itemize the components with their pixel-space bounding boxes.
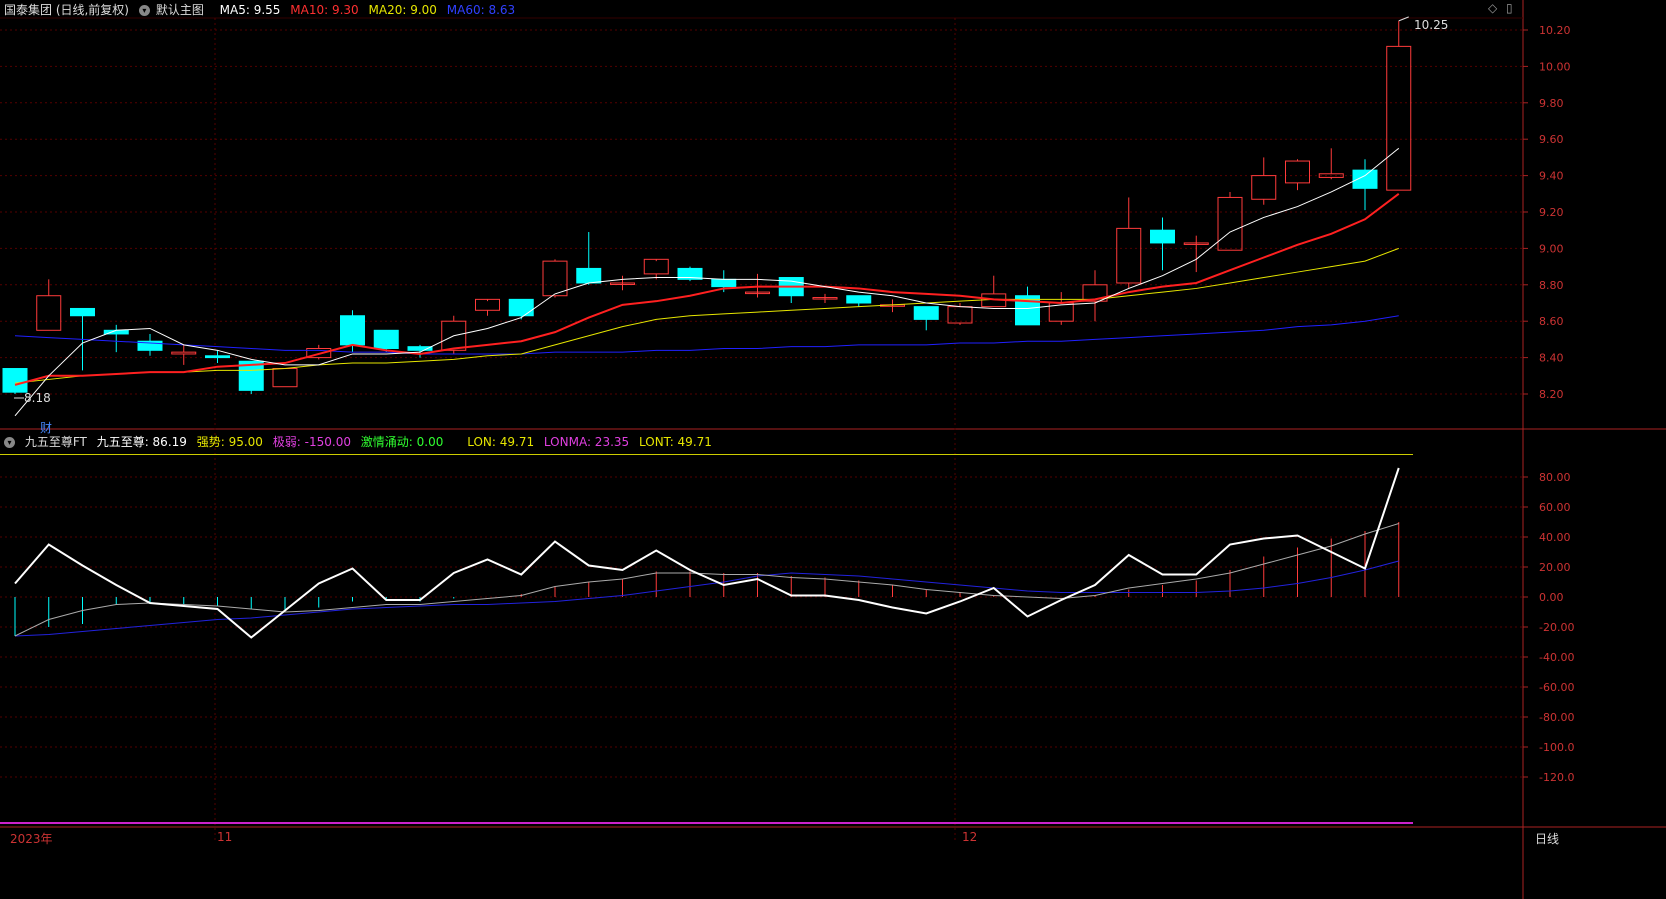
candle-up <box>1116 227 1142 284</box>
candle-down <box>70 307 95 317</box>
indicator-menu-icon[interactable]: ▾ <box>4 437 15 448</box>
min-price-label: 8.18 <box>24 391 51 405</box>
price-header: 国泰集团 (日线,前复权) ▾ 默认主图 MA5: 9.55 MA10: 9.30… <box>4 1 521 18</box>
candle-up <box>272 368 298 388</box>
main-indicator-line <box>14 467 1400 639</box>
candle-down <box>913 306 939 320</box>
candle-down <box>340 315 365 346</box>
candle-up <box>542 260 568 297</box>
candle-down <box>373 329 399 349</box>
indicator-tick-label: -80.00 <box>1539 711 1574 724</box>
ma20-value: MA20: 9.00 <box>368 3 437 17</box>
candle-up <box>1251 175 1277 200</box>
price-pane <box>2 16 1412 417</box>
indicator-tick-label: -40.00 <box>1539 651 1574 664</box>
ma5-value: MA5: 9.55 <box>219 3 281 17</box>
candle-down <box>846 295 872 304</box>
candle-up <box>1386 45 1412 191</box>
price-tick-label: 9.00 <box>1539 242 1564 255</box>
price-tick-label: 10.00 <box>1539 60 1571 73</box>
price-tick-label: 8.40 <box>1539 352 1564 365</box>
indicator-lon-value: LON: 49.71 <box>467 435 535 449</box>
indicator-lont-value: LONT: 49.71 <box>639 435 712 449</box>
price-tick-label: 8.60 <box>1539 315 1564 328</box>
indicator-main-value: 九五至尊: 86.19 <box>96 435 187 449</box>
chevron-down-icon: ▾ <box>138 5 150 16</box>
indicator-lonma-value: LONMA: 23.35 <box>543 435 630 449</box>
candle-up <box>1285 160 1310 184</box>
indicator-tick-label: 80.00 <box>1539 471 1571 484</box>
ma5-line <box>14 147 1400 417</box>
candle-down <box>205 355 230 359</box>
ma10-value: MA10: 9.30 <box>290 3 359 17</box>
candle-up <box>643 258 669 275</box>
lont-line <box>14 560 1399 637</box>
template-name: 默认主图 <box>155 3 204 17</box>
price-tick-label: 9.60 <box>1539 133 1564 146</box>
candle-up <box>1217 196 1243 251</box>
ma20-line <box>14 247 1399 384</box>
month-label-11: 11 <box>217 830 233 844</box>
indicator-weak-value: 极弱: -150.00 <box>272 435 351 449</box>
indicator-header: ▾ 九五至尊FT 九五至尊: 86.19 强势: 95.00 极弱: -150.… <box>4 433 718 450</box>
indicator-passion-value: 激情涌动: 0.00 <box>360 435 444 449</box>
diamond-icon[interactable]: ◇ <box>1488 1 1497 15</box>
candle-down <box>711 278 737 288</box>
year-label: 2023年 <box>10 832 53 846</box>
period-label[interactable]: 日线 <box>1535 830 1559 847</box>
indicator-strong-value: 强势: 95.00 <box>196 435 263 449</box>
ma60-value: MA60: 8.63 <box>446 3 516 17</box>
candle-down <box>2 368 28 393</box>
candle-down <box>1150 229 1175 244</box>
indicator-tick-label: 0.00 <box>1539 591 1564 604</box>
indicator-tick-label: 20.00 <box>1539 561 1571 574</box>
indicator-tick-label: -100.0 <box>1539 741 1574 754</box>
stock-name: 国泰集团 (日线,前复权) <box>4 3 129 17</box>
indicator-tick-label: -20.00 <box>1539 621 1574 634</box>
max-price-label: 10.25 <box>1414 18 1449 32</box>
price-tick-label: 10.20 <box>1539 24 1571 37</box>
price-tick-label: 8.80 <box>1539 279 1564 292</box>
indicator-pane <box>0 454 1413 824</box>
price-tick-label: 9.20 <box>1539 206 1564 219</box>
price-tick-label: 9.80 <box>1539 97 1564 110</box>
indicator-name[interactable]: 九五至尊FT <box>25 435 87 449</box>
candle-down <box>508 298 534 317</box>
indicator-tick-label: 60.00 <box>1539 501 1571 514</box>
finance-marker[interactable]: 财 <box>40 419 52 436</box>
month-label-12: 12 <box>962 830 978 844</box>
price-tick-label: 9.40 <box>1539 170 1564 183</box>
candle-up <box>171 351 197 355</box>
panel-toggle-icon[interactable]: ▯ <box>1506 1 1513 15</box>
indicator-tick-label: -120.0 <box>1539 771 1574 784</box>
indicator-tick-label: -60.00 <box>1539 681 1574 694</box>
template-dropdown[interactable]: ▾ 默认主图 <box>138 3 210 17</box>
candle-up <box>36 295 62 331</box>
price-tick-label: 8.20 <box>1539 388 1564 401</box>
axis-layer: 10.20 10.00 9.80 9.60 9.40 9.20 9.00 8.80 8.60 8.… <box>1523 24 1574 784</box>
indicator-tick-label: 40.00 <box>1539 531 1571 544</box>
candle-down <box>576 267 602 284</box>
candle-up <box>947 306 973 324</box>
